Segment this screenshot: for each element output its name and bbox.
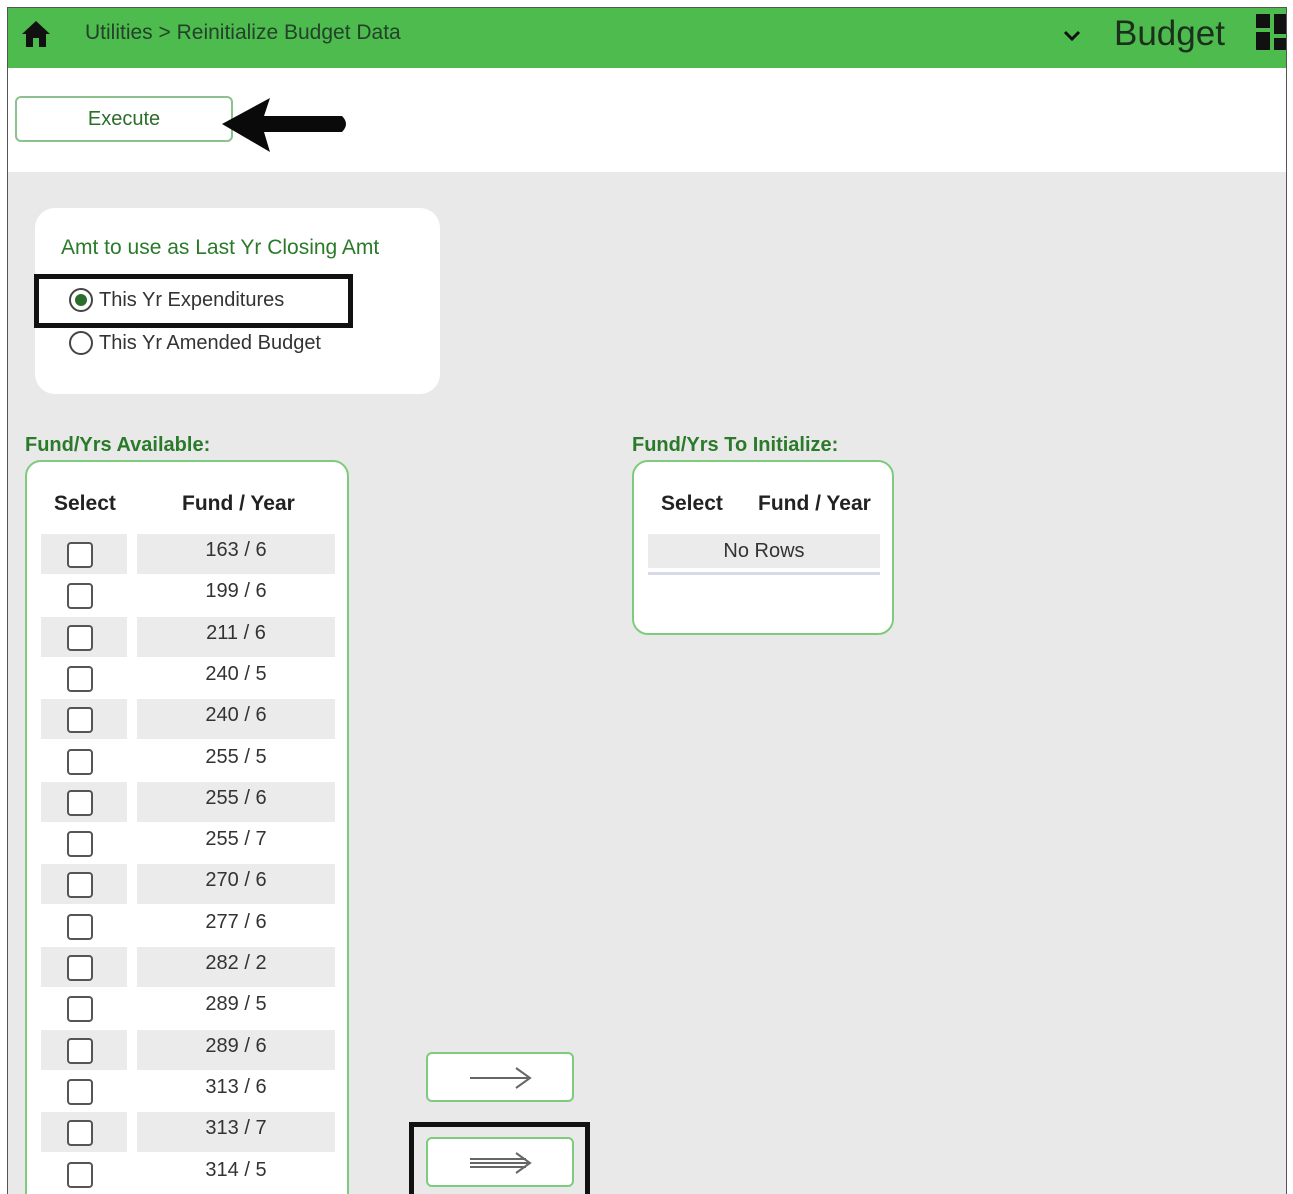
table-row: 240 / 5 xyxy=(41,658,335,699)
row-checkbox[interactable] xyxy=(67,542,93,568)
top-bar: Utilities > Reinitialize Budget Data Bud… xyxy=(8,8,1286,68)
highlight-box xyxy=(409,1122,590,1194)
row-checkbox[interactable] xyxy=(67,831,93,858)
select-cell xyxy=(41,699,127,740)
row-checkbox[interactable] xyxy=(67,996,93,1023)
row-checkbox[interactable] xyxy=(67,748,93,775)
radio-label: This Yr Amended Budget xyxy=(99,331,321,354)
fund-year-cell: 289 / 6 xyxy=(137,1029,335,1070)
radio-button[interactable] xyxy=(69,331,93,355)
row-checkbox[interactable] xyxy=(67,1120,93,1147)
col-select: Select xyxy=(661,492,723,515)
select-cell xyxy=(41,658,127,698)
fund-year-cell: 313 / 6 xyxy=(205,1075,267,1098)
table-row: 199 / 6 xyxy=(41,575,335,616)
row-checkbox[interactable] xyxy=(67,1037,93,1064)
select-cell xyxy=(41,575,127,615)
toolbar: Execute xyxy=(8,68,1286,172)
amount-option-card: Amt to use as Last Yr Closing Amt This Y… xyxy=(34,208,440,394)
fund-year-cell: 255 / 7 xyxy=(205,828,267,851)
row-checkbox[interactable] xyxy=(67,913,93,940)
row-checkbox[interactable] xyxy=(67,707,93,734)
fund-year-cell: 277 / 6 xyxy=(205,910,267,933)
row-checkbox[interactable] xyxy=(67,624,93,651)
arrow-left-icon xyxy=(222,98,346,152)
arrow-right-icon xyxy=(470,1067,532,1089)
select-cell xyxy=(41,864,127,905)
table-row: 240 / 6 xyxy=(41,699,335,740)
fund-year-cell: 282 / 2 xyxy=(137,947,335,987)
home-icon[interactable] xyxy=(20,18,52,50)
fund-year-cell: 211 / 6 xyxy=(137,616,335,657)
table-row: 255 / 5 xyxy=(41,741,335,782)
fund-year-cell: 255 / 6 xyxy=(137,781,335,822)
highlight-box xyxy=(34,274,353,328)
table-row: 270 / 6 xyxy=(41,864,335,905)
fund-year-cell: 270 / 6 xyxy=(137,864,335,905)
col-fund-year: Fund / Year xyxy=(758,492,871,515)
move-selected-button[interactable] xyxy=(426,1052,574,1102)
row-checkbox[interactable] xyxy=(67,1161,93,1188)
chevron-down-icon[interactable] xyxy=(1060,24,1084,48)
fund-year-cell: 240 / 6 xyxy=(137,699,335,740)
available-label: Fund/Yrs Available: xyxy=(25,434,211,456)
fund-year-cell: 240 / 5 xyxy=(205,662,267,685)
select-cell xyxy=(41,781,127,822)
divider xyxy=(648,572,880,575)
select-cell xyxy=(41,1029,127,1070)
available-list: Select Fund / Year 163 / 6 199 / 6 211 / 6… xyxy=(25,460,349,1194)
fund-year-cell: 289 / 5 xyxy=(205,993,267,1016)
row-checkbox[interactable] xyxy=(67,1078,93,1105)
fund-year-cell: 313 / 7 xyxy=(137,1112,335,1153)
col-fund-year: Fund / Year xyxy=(182,492,295,515)
to-initialize-list: Select Fund / Year No Rows xyxy=(632,460,894,635)
select-cell xyxy=(41,616,127,657)
grid-icon[interactable] xyxy=(1256,14,1287,50)
empty-message: No Rows xyxy=(648,534,880,568)
select-cell xyxy=(41,823,127,863)
select-cell xyxy=(41,988,127,1028)
app-frame: Utilities > Reinitialize Budget Data Bud… xyxy=(7,7,1287,1194)
app-title: Budget xyxy=(1114,14,1225,53)
amount-option-title: Amt to use as Last Yr Closing Amt xyxy=(61,236,380,259)
table-row: 313 / 7 xyxy=(41,1112,335,1153)
row-checkbox[interactable] xyxy=(67,955,93,981)
select-cell xyxy=(41,906,127,946)
select-cell xyxy=(41,534,127,574)
fund-year-cell: 314 / 5 xyxy=(205,1158,267,1181)
table-row: 282 / 2 xyxy=(41,947,335,988)
row-checkbox[interactable] xyxy=(67,789,93,816)
table-row: 255 / 7 xyxy=(41,823,335,864)
table-row: 289 / 6 xyxy=(41,1029,335,1071)
table-row: 289 / 5 xyxy=(41,988,335,1029)
select-cell xyxy=(41,741,127,781)
fund-year-cell: 199 / 6 xyxy=(205,580,267,603)
to-initialize-label: Fund/Yrs To Initialize: xyxy=(632,434,839,456)
table-row: 313 / 6 xyxy=(41,1071,335,1112)
select-cell xyxy=(41,947,127,987)
execute-button[interactable]: Execute xyxy=(15,96,233,142)
select-cell xyxy=(41,1071,127,1111)
fund-year-cell: 163 / 6 xyxy=(137,534,335,574)
row-checkbox[interactable] xyxy=(67,872,93,899)
table-row: 277 / 6 xyxy=(41,906,335,947)
table-row: 314 / 5 xyxy=(41,1154,335,1194)
row-checkbox[interactable] xyxy=(67,665,93,692)
select-cell xyxy=(41,1112,127,1153)
col-select: Select xyxy=(54,492,116,515)
table-row: 211 / 6 xyxy=(41,616,335,658)
select-cell xyxy=(41,1154,127,1194)
table-row: 163 / 6 xyxy=(41,534,335,575)
table-row: 255 / 6 xyxy=(41,781,335,823)
radio-this-yr-amended-budget[interactable]: This Yr Amended Budget xyxy=(69,331,321,355)
fund-year-cell: 255 / 5 xyxy=(205,745,267,768)
breadcrumb: Utilities > Reinitialize Budget Data xyxy=(85,21,401,44)
row-checkbox[interactable] xyxy=(67,583,93,610)
